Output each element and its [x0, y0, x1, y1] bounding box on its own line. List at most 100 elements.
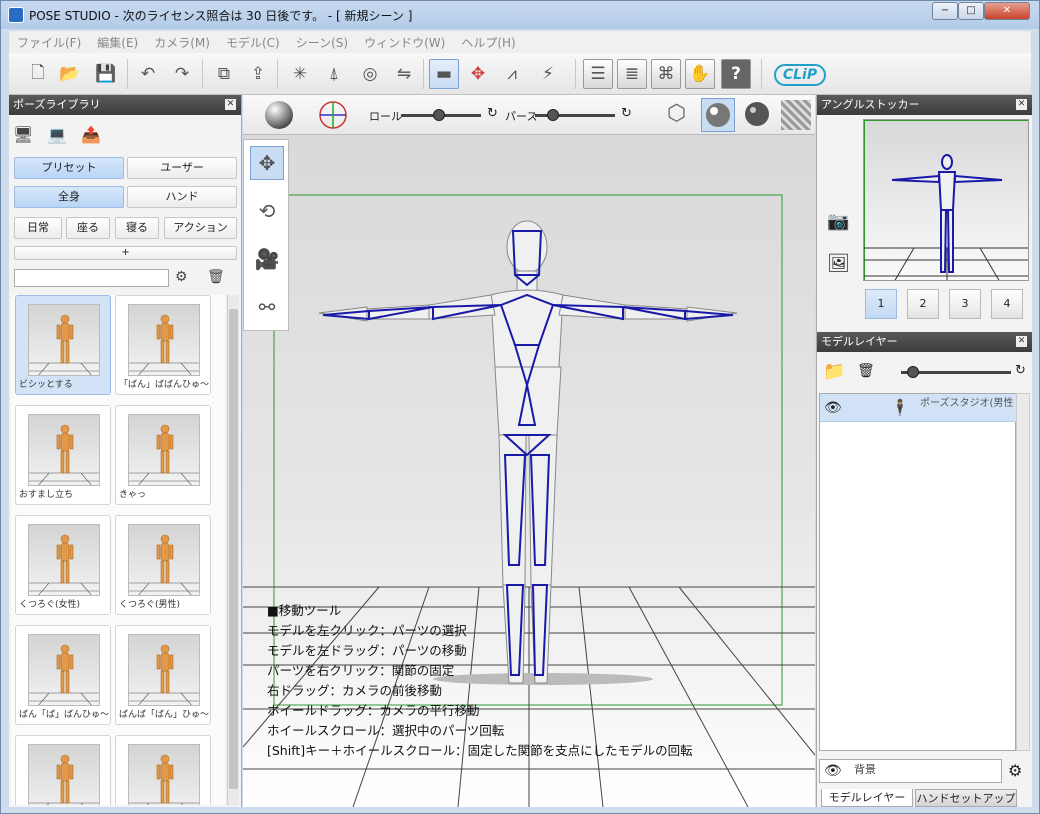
angle-slot-3[interactable]: 3 [949, 289, 981, 319]
light-direction-icon[interactable] [317, 99, 349, 131]
minimize-button[interactable]: − [932, 2, 958, 20]
help-icon[interactable]: ? [721, 59, 751, 89]
perspective-slider[interactable] [535, 109, 615, 121]
pose-card[interactable]: ばんば「ばん」ひゅ～ [115, 625, 211, 725]
scope-hand[interactable]: ハンド [127, 186, 237, 208]
flip-icon[interactable]: ⇋ [389, 59, 419, 89]
tab-preset[interactable]: プリセット [14, 157, 124, 179]
background-pattern-button[interactable] [781, 100, 811, 130]
pose-card[interactable]: きゃっ [115, 405, 211, 505]
panel-close-icon[interactable]: ✕ [1016, 336, 1027, 347]
tab-model-layer[interactable]: モデルレイヤー [821, 789, 913, 807]
perspective-reset-icon[interactable]: ↻ [621, 106, 632, 121]
import-pose-icon[interactable]: ⚙ [175, 269, 188, 285]
save-icon[interactable]: 💾 [91, 59, 121, 89]
model-opacity-knob[interactable] [907, 366, 919, 378]
menu-camera[interactable]: カメラ(M) [146, 31, 218, 54]
category-daily[interactable]: 日常 [14, 217, 62, 239]
model-layer-header: モデルレイヤー ✕ [817, 332, 1032, 352]
menu-edit[interactable]: 編集(E) [89, 31, 146, 54]
export-pose-icon[interactable]: 📤 [81, 125, 101, 144]
help-line: ホイールスクロール：選択中のパーツ回転 [267, 723, 505, 738]
apply-pose-icon[interactable]: 🖥 [13, 125, 33, 144]
opacity-reset-icon[interactable]: ↻ [1015, 363, 1026, 378]
pose-card[interactable]: 「ばん」ばばんひゅ～ [115, 295, 211, 395]
delete-pose-icon[interactable]: 🗑 [207, 269, 225, 285]
background-settings-icon[interactable]: ⚙ [1008, 761, 1022, 780]
open-folder-icon[interactable]: 📂 [55, 59, 85, 89]
move-tool-icon[interactable]: ✥ [250, 146, 284, 180]
maximize-button[interactable]: □ [958, 2, 984, 20]
bone-tool-icon[interactable]: ▬ [429, 59, 459, 89]
panel-close-icon[interactable]: ✕ [225, 99, 236, 110]
category-sit[interactable]: 座る [66, 217, 110, 239]
pose-card[interactable]: ばん「ば」ばんひゅ～ [15, 625, 111, 725]
background-layer-row[interactable]: 👁 背景 [819, 759, 1002, 783]
wireframe-cube-icon[interactable]: ⬡ [667, 101, 686, 126]
menu-help[interactable]: ヘルプ(H) [453, 31, 523, 54]
add-model-icon[interactable]: 📁 [823, 361, 845, 382]
roll-slider-knob[interactable] [433, 109, 445, 121]
axis-gizmo-icon[interactable]: ✥ [463, 59, 493, 89]
category-lie[interactable]: 寝る [115, 217, 159, 239]
portrait-icon[interactable]: 🖼 [827, 253, 850, 274]
tab-hand-setup[interactable]: ハンドセットアップ [915, 789, 1017, 807]
capture-camera-icon[interactable]: 📷 [827, 211, 849, 232]
layer-row[interactable]: 👁 🕴 ポーズスタジオ(男性 [820, 394, 1017, 422]
pose-library-header: ポーズライブラリ ✕ [9, 95, 241, 115]
reset-pose-icon[interactable]: ✳ [285, 59, 315, 89]
clip-logo[interactable]: CLiP [774, 64, 826, 86]
tab-user[interactable]: ユーザー [127, 157, 237, 179]
light-sphere-icon[interactable] [263, 99, 295, 131]
new-file-icon[interactable]: 🗋 [23, 59, 53, 89]
panel-list-icon[interactable]: ☰ [583, 59, 613, 89]
copy-icon[interactable]: ⧉ [209, 59, 239, 89]
joint-tool-icon[interactable]: ⚯ [250, 290, 284, 324]
lightning-icon[interactable]: ⚡ [533, 59, 563, 89]
ground-icon[interactable]: ⍋ [319, 59, 349, 89]
angle-preview[interactable] [863, 119, 1029, 281]
pose-search-input[interactable] [14, 269, 169, 287]
delete-model-icon[interactable]: 🗑 [857, 363, 875, 379]
shaded-sphere-button[interactable] [701, 98, 735, 132]
menu-scene[interactable]: シーン(S) [288, 31, 356, 54]
hand-panel-icon[interactable]: ✋ [685, 59, 715, 89]
register-pose-icon[interactable]: 💻 [47, 125, 67, 144]
perspective-slider-knob[interactable] [547, 109, 559, 121]
menu-model[interactable]: モデル(C) [218, 31, 288, 54]
visibility-eye-icon[interactable]: 👁 [824, 400, 842, 416]
pose-card[interactable]: くつろぐ(男性) [115, 515, 211, 615]
category-action[interactable]: アクション [164, 217, 237, 239]
menu-window[interactable]: ウィンドウ(W) [356, 31, 453, 54]
camera-tool-icon[interactable]: 🎥 [250, 242, 284, 276]
pose-card[interactable]: おすまし立ち [15, 405, 111, 505]
pose-card[interactable] [115, 735, 211, 805]
undo-icon[interactable]: ↶ [133, 59, 163, 89]
layer-stack-icon[interactable]: ≣ [617, 59, 647, 89]
model-opacity-slider[interactable] [901, 366, 1011, 378]
pose-card[interactable]: くつろぐ(女性) [15, 515, 111, 615]
solid-sphere-button[interactable] [741, 98, 775, 132]
add-category-button[interactable]: + [14, 246, 237, 260]
pose-card[interactable]: ビシッとする [15, 295, 111, 395]
scope-full-body[interactable]: 全身 [14, 186, 124, 208]
roll-slider[interactable] [401, 109, 481, 121]
redo-icon[interactable]: ↷ [167, 59, 197, 89]
layer-list-scrollbar[interactable] [1016, 393, 1030, 751]
scrollbar-thumb[interactable] [229, 309, 238, 789]
angle-slot-2[interactable]: 2 [907, 289, 939, 319]
camera-panel-icon[interactable]: ⌘ [651, 59, 681, 89]
panel-close-icon[interactable]: ✕ [1016, 99, 1027, 110]
close-button[interactable]: ✕ [984, 2, 1030, 20]
background-eye-icon[interactable]: 👁 [824, 763, 842, 779]
scale-icon[interactable]: ⩘ [497, 59, 527, 89]
roll-reset-icon[interactable]: ↻ [487, 106, 498, 121]
paste-model-icon[interactable]: ⇪ [243, 59, 273, 89]
pose-grid-scrollbar[interactable] [227, 295, 239, 805]
angle-slot-4[interactable]: 4 [991, 289, 1023, 319]
target-icon[interactable]: ◎ [355, 59, 385, 89]
pose-card[interactable] [15, 735, 111, 805]
angle-slot-1[interactable]: 1 [865, 289, 897, 319]
menu-file[interactable]: ファイル(F) [9, 31, 89, 54]
rotate-tool-icon[interactable]: ⟲ [250, 194, 284, 228]
